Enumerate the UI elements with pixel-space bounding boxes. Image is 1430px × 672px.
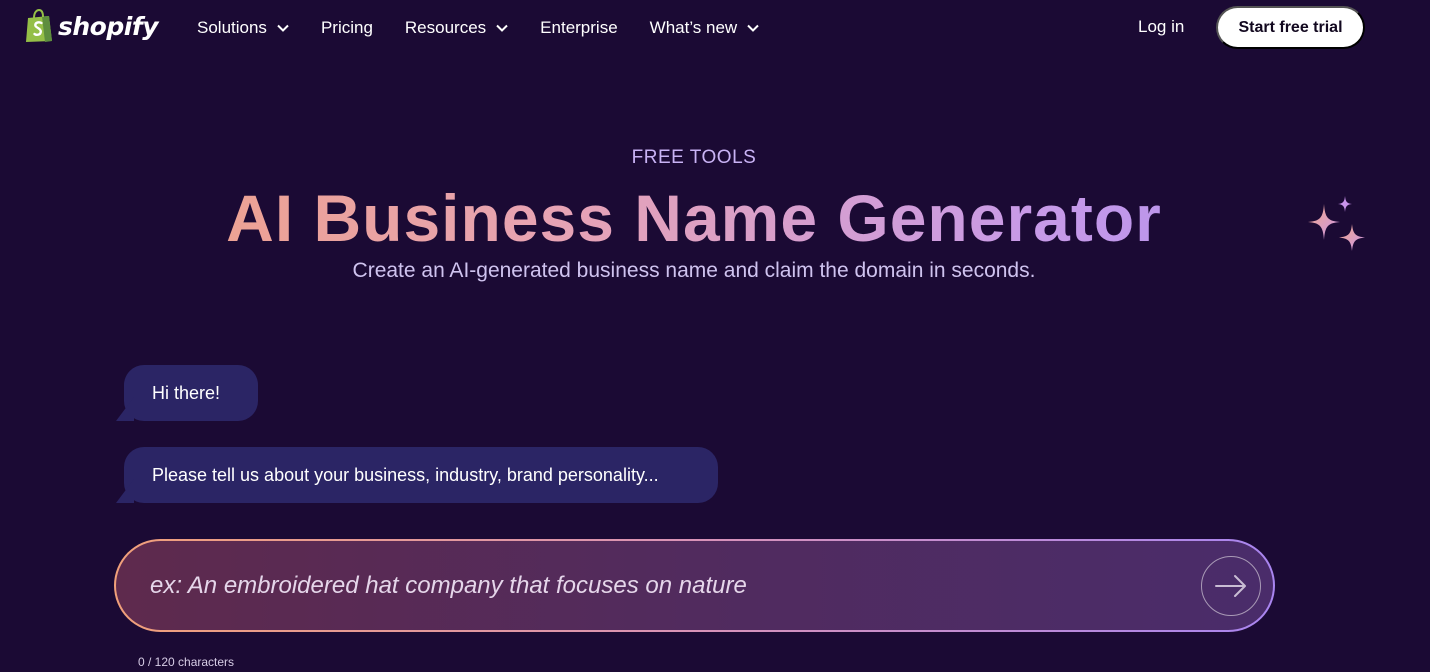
top-navigation: shopify Solutions Pricing Resources Ente… [0,0,1430,56]
nav-item-solutions[interactable]: Solutions [197,18,289,38]
chat-message: Please tell us about your business, indu… [116,447,718,503]
main-menu: Solutions Pricing Resources Enterprise W… [197,0,791,56]
chevron-down-icon [277,24,289,32]
nav-item-pricing[interactable]: Pricing [321,18,373,38]
nav-item-label: Pricing [320,18,373,37]
chevron-down-icon [496,24,508,32]
page-subtitle: Create an AI-generated business name and… [352,259,1036,282]
nav-item-resources[interactable]: Resources [405,18,508,38]
chevron-down-icon [747,24,759,32]
arrow-right-icon [1215,575,1246,597]
input-container [116,541,1273,630]
nav-item-label: What’s new [649,18,738,37]
nav-item-label: Solutions [197,18,267,37]
nav-item-whats-new[interactable]: What’s new [650,18,760,38]
page-title: AI Business Name Generator [0,180,1388,256]
business-description-box [114,539,1275,632]
business-description-input[interactable] [150,541,1180,630]
start-free-trial-button[interactable]: Start free trial [1216,6,1365,49]
character-counter: 0 / 120 characters [138,655,235,669]
nav-item-label: Resources [404,18,487,37]
eyebrow-label: FREE TOOLS [631,147,757,168]
chat-message: Hi there! [116,365,258,421]
send-button[interactable] [1201,556,1261,616]
shopify-logo[interactable]: shopify [24,9,159,43]
sparkles-icon [1308,196,1365,251]
nav-item-label: Enterprise [540,18,618,37]
shopify-bag-icon [26,9,52,42]
page: shopify Solutions Pricing Resources Ente… [0,0,1430,672]
login-link[interactable]: Log in [1138,17,1184,37]
logo-text: shopify [58,11,159,41]
nav-item-enterprise[interactable]: Enterprise [540,18,617,38]
